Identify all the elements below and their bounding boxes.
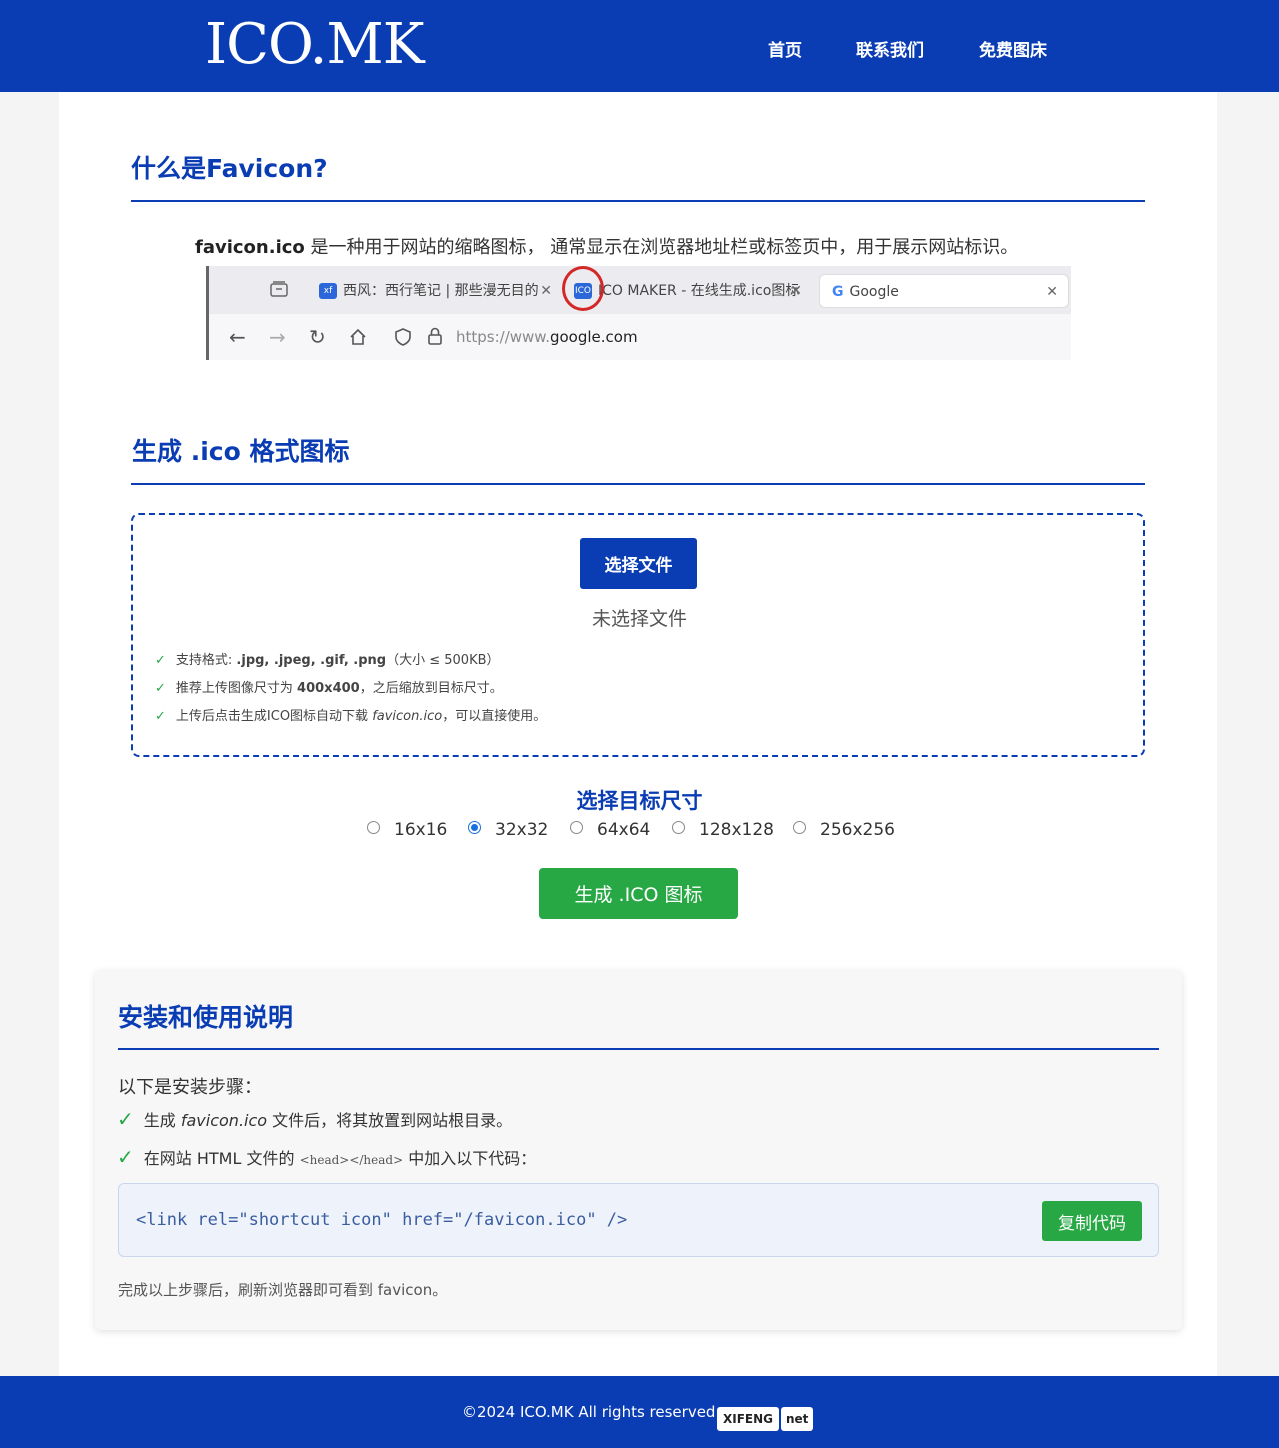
step-filename: favicon.ico [180, 1111, 268, 1130]
xifeng-favicon-icon: xf [319, 283, 337, 299]
browser-tab-xifeng: xf 西风：西行笔记 | 那些漫无目的 ✕ [319, 274, 554, 308]
checkmark-icon: ✓ [155, 709, 166, 724]
size-label: 32x32 [495, 820, 549, 840]
nav-image-host[interactable]: 免费图床 [979, 36, 1047, 61]
divider [131, 483, 1145, 485]
browser-example-image: xf 西风：西行笔记 | 那些漫无目的 ✕ ICO ICO MAKER - 在线生成.… [206, 266, 1071, 360]
section-title-favicon: 什么是Favicon? [131, 154, 328, 183]
step-inline-code: <head></head> [299, 1153, 404, 1167]
home-icon [349, 328, 367, 350]
section-title-generate: 生成 .ico 格式图标 [132, 437, 350, 466]
size-option-16[interactable]: 16x16 [367, 820, 447, 840]
upload-tip: ✓ 上传后点击生成ICO图标自动下载 favicon.ico，可以直接使用。 [155, 706, 546, 734]
nav-home[interactable]: 首页 [768, 36, 802, 61]
divider [131, 200, 1145, 202]
size-label: 64x64 [597, 820, 651, 840]
browser-tab-google: G Google ✕ [819, 274, 1069, 308]
size-option-256[interactable]: 256x256 [793, 820, 895, 840]
divider [118, 1048, 1159, 1050]
tip-text: 上传后点击生成ICO图标自动下载 [175, 709, 373, 724]
tip-text: ，之后缩放到目标尺寸。 [359, 681, 503, 696]
tip-text: 支持格式: [175, 653, 237, 668]
google-g-icon: G [832, 284, 844, 300]
browser-url-bar: ← → ↻ https://www.google.com [209, 314, 1071, 360]
install-intro: 以下是安装步骤： [118, 1077, 262, 1098]
url-prefix: https://www. [456, 328, 550, 346]
shield-icon [395, 328, 411, 350]
checkmark-icon: ✓ [117, 1145, 134, 1169]
browser-tab-icomaker: ICO ICO MAKER - 在线生成.ico图标 ✕ [574, 274, 804, 308]
size-option-64[interactable]: 64x64 [570, 820, 650, 840]
checkmark-icon: ✓ [155, 653, 166, 668]
browser-tab-title: ICO MAKER - 在线生成.ico图标 [598, 283, 800, 299]
tip-formats: .jpg, .jpeg, .gif, .png [236, 653, 387, 668]
file-status-text: 未选择文件 [591, 608, 687, 630]
copyright-text: ©2024 ICO.MK All rights reserved. [462, 1403, 721, 1421]
upload-tips-list: ✓ 支持格式: .jpg, .jpeg, .gif, .png（大小 ≤ 500K… [155, 650, 546, 734]
nav-contact[interactable]: 联系我们 [856, 36, 924, 61]
forward-arrow-icon: → [269, 325, 286, 349]
radio-button[interactable] [367, 821, 380, 834]
tip-size: 400x400 [297, 681, 360, 696]
step-text: 文件后，将其放置到网站根目录。 [267, 1111, 513, 1130]
browser-url-text: https://www.google.com [456, 328, 638, 346]
generate-ico-button[interactable]: 生成 .ICO 图标 [539, 868, 738, 919]
lock-icon [428, 327, 442, 349]
favicon-description: favicon.ico 是一种用于网站的缩略图标， 通常显示在浏览器地址栏或标签… [195, 233, 1018, 259]
install-step-1: ✓ 生成 favicon.ico 文件后，将其放置到网站根目录。 [117, 1107, 512, 1131]
size-option-128[interactable]: 128x128 [672, 820, 774, 840]
close-icon: ✕ [1046, 284, 1058, 300]
upload-tip: ✓ 推荐上传图像尺寸为 400x400，之后缩放到目标尺寸。 [155, 678, 546, 706]
install-done-text: 完成以上步骤后，刷新浏览器即可看到 favicon。 [118, 1281, 448, 1299]
xifeng-badge[interactable]: XIFENG [717, 1407, 780, 1431]
install-step-2: ✓ 在网站 HTML 文件的 <head></head> 中加入以下代码： [117, 1145, 536, 1169]
reload-icon: ↻ [309, 325, 326, 349]
code-snippet[interactable]: <link rel="shortcut icon" href="/favicon… [136, 1210, 627, 1230]
step-text: 生成 [143, 1111, 181, 1130]
step-text: 在网站 HTML 文件的 [143, 1149, 300, 1168]
back-arrow-icon: ← [229, 325, 246, 349]
tip-text: （大小 ≤ 500KB） [386, 653, 500, 668]
size-label: 16x16 [394, 820, 448, 840]
checkmark-icon: ✓ [155, 681, 166, 696]
net-badge[interactable]: net [781, 1407, 814, 1431]
section-title-install: 安装和使用说明 [118, 1003, 294, 1032]
radio-button[interactable] [570, 821, 583, 834]
close-icon: ✕ [540, 283, 552, 299]
radio-button-selected[interactable] [468, 821, 481, 834]
highlight-circle [562, 266, 604, 311]
code-snippet-box: <link rel="shortcut icon" href="/favicon… [118, 1183, 1159, 1257]
size-option-32[interactable]: 32x32 [468, 820, 548, 840]
radio-button[interactable] [672, 821, 685, 834]
upload-tip: ✓ 支持格式: .jpg, .jpeg, .gif, .png（大小 ≤ 500K… [155, 650, 546, 678]
choose-file-button[interactable]: 选择文件 [580, 538, 697, 589]
browser-tab-bar: xf 西风：西行笔记 | 那些漫无目的 ✕ ICO ICO MAKER - 在线生成.… [209, 266, 1071, 314]
close-icon: ✕ [790, 283, 802, 299]
target-size-title: 选择目标尺寸 [576, 789, 703, 813]
size-label: 128x128 [699, 820, 774, 840]
browser-tab-title: 西风：西行笔记 | 那些漫无目的 [343, 283, 539, 299]
size-label: 256x256 [820, 820, 895, 840]
step-text: 中加入以下代码： [403, 1149, 537, 1168]
radio-button[interactable] [793, 821, 806, 834]
tip-text: 推荐上传图像尺寸为 [175, 681, 298, 696]
site-logo[interactable]: ICO.MK [205, 10, 425, 80]
header: ICO.MK 首页 联系我们 免费图床 [0, 0, 1279, 92]
favicon-description-text: 是一种用于网站的缩略图标， 通常显示在浏览器地址栏或标签页中，用于展示网站标识。 [304, 237, 1019, 258]
tab-overview-icon [269, 279, 289, 303]
footer: ©2024 ICO.MK All rights reserved. XIFENG… [0, 1376, 1279, 1448]
tip-filename: favicon.ico [372, 709, 443, 724]
favicon-term: favicon.ico [195, 237, 305, 258]
url-domain: google.com [549, 328, 638, 346]
tip-text: ，可以直接使用。 [442, 709, 547, 724]
checkmark-icon: ✓ [117, 1107, 134, 1131]
browser-tab-title: Google [849, 284, 899, 300]
copy-code-button[interactable]: 复制代码 [1042, 1201, 1142, 1241]
